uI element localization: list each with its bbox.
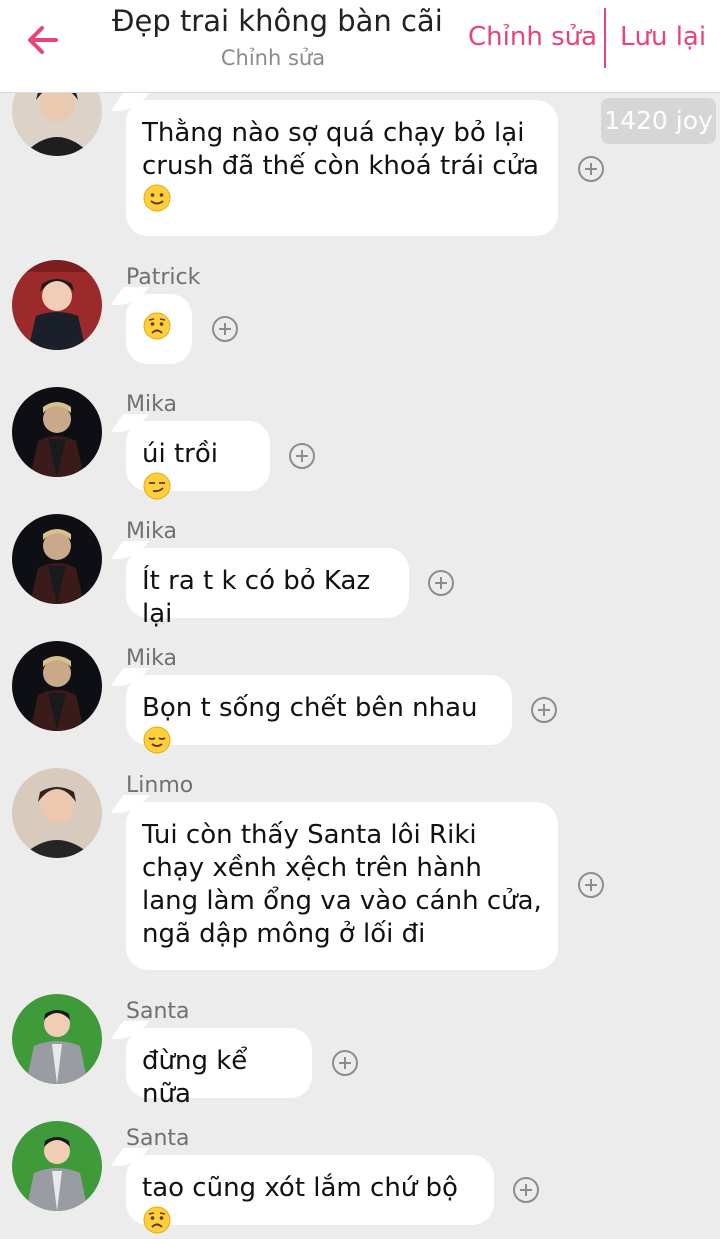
add-reaction-button[interactable] — [578, 872, 604, 898]
add-reaction-button[interactable] — [212, 316, 238, 342]
avatar[interactable] — [12, 514, 102, 604]
message-bubble: Tui còn thấy Santa lôi Riki chạy xềnh xệ… — [126, 802, 558, 970]
add-reaction-button[interactable] — [428, 570, 454, 596]
message-text: đừng kể nữa — [142, 1046, 248, 1109]
app-header: Đẹp trai không bàn cãi Chỉnh sửa Chỉnh s… — [0, 0, 720, 93]
avatar[interactable] — [12, 1121, 102, 1211]
avatar[interactable] — [12, 994, 102, 1084]
message-text: Ít ra t k có bỏ Kaz lại — [142, 566, 371, 629]
message-bubble — [126, 294, 192, 364]
header-divider — [604, 8, 606, 68]
add-reaction-button[interactable] — [531, 697, 557, 723]
joy-badge: 1420 joy — [601, 98, 716, 144]
worried-face-icon — [143, 312, 171, 340]
edit-button[interactable]: Chỉnh sửa — [468, 22, 597, 52]
slightly-smiling-face-icon — [143, 184, 171, 212]
save-button[interactable]: Lưu lại — [620, 22, 706, 52]
back-arrow-icon[interactable] — [22, 18, 66, 62]
message-text: Thằng nào sợ quá chạy bỏ lại crush đã th… — [142, 118, 539, 181]
add-reaction-button[interactable] — [289, 443, 315, 469]
avatar[interactable] — [12, 260, 102, 350]
avatar[interactable] — [12, 387, 102, 477]
message-text: úi trồi — [142, 439, 218, 469]
add-reaction-button[interactable] — [578, 156, 604, 182]
message-bubble: Ít ra t k có bỏ Kaz lại — [126, 548, 409, 629]
chat-subtitle: Chỉnh sửa — [220, 46, 326, 70]
add-reaction-button[interactable] — [332, 1050, 358, 1076]
avatar[interactable] — [12, 768, 102, 858]
message-text: Tui còn thấy Santa lôi Riki chạy xềnh xệ… — [142, 820, 542, 949]
message-bubble: Bọn t sống chết bên nhau — [126, 675, 512, 754]
message-bubble: úi trồi — [126, 421, 270, 500]
chat-title: Đẹp trai không bàn cãi — [112, 4, 443, 38]
smirking-face-icon — [143, 472, 171, 500]
add-reaction-button[interactable] — [513, 1177, 539, 1203]
worried-face-icon — [143, 1206, 171, 1234]
avatar[interactable] — [12, 641, 102, 731]
message-bubble: đừng kể nữa — [126, 1028, 312, 1109]
message-text: tao cũng xót lắm chứ bộ — [142, 1173, 458, 1203]
message-bubble: Thằng nào sợ quá chạy bỏ lại crush đã th… — [126, 100, 558, 236]
relieved-face-icon — [143, 726, 171, 754]
message-bubble: tao cũng xót lắm chứ bộ — [126, 1155, 494, 1234]
message-text: Bọn t sống chết bên nhau — [142, 693, 478, 723]
